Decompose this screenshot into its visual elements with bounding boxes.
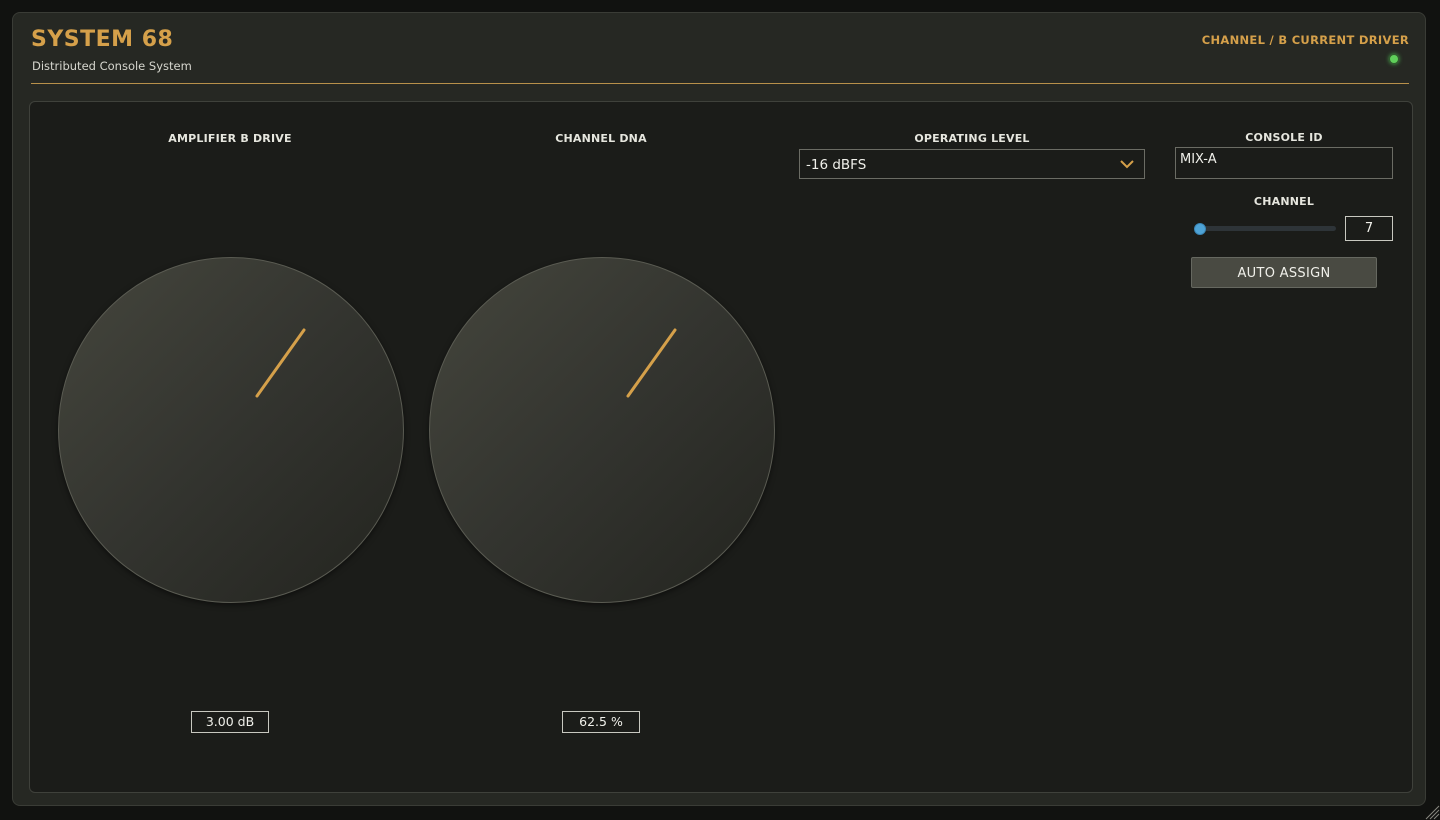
channel-dna-knob[interactable]	[429, 257, 775, 603]
channel-dna-label: CHANNEL DNA	[555, 132, 647, 145]
operating-level-label: OPERATING LEVEL	[914, 132, 1030, 145]
console-window: SYSTEM 68 Distributed Console System CHA…	[12, 12, 1426, 806]
channel-label: CHANNEL	[1253, 195, 1315, 208]
channel-driver-label: CHANNEL / B CURRENT DRIVER	[1201, 33, 1409, 47]
operating-level-select[interactable]: -16 dBFS	[799, 149, 1145, 179]
channel-slider[interactable]	[1194, 223, 1336, 235]
app-subtitle: Distributed Console System	[32, 59, 192, 73]
app-title: SYSTEM 68	[31, 27, 174, 52]
console-id-label: CONSOLE ID	[1245, 131, 1323, 144]
amplifier-drive-readout: 3.00 dB	[191, 711, 269, 733]
amplifier-drive-knob[interactable]	[58, 257, 404, 603]
control-panel: AMPLIFIER B DRIVE 3.00 dB CHANNEL DNA 62…	[29, 101, 1413, 793]
operating-level-value: -16 dBFS	[806, 157, 867, 173]
chevron-down-icon	[1120, 160, 1134, 169]
slider-thumb[interactable]	[1194, 223, 1206, 235]
console-id-input[interactable]	[1175, 147, 1393, 179]
resize-grip-icon[interactable]	[1422, 802, 1440, 820]
status-led-icon	[1389, 54, 1399, 64]
knob-indicator	[255, 328, 306, 398]
header-divider	[31, 83, 1409, 84]
channel-dna-indicator	[626, 328, 677, 398]
channel-dna-readout: 62.5 %	[562, 711, 640, 733]
channel-number-field[interactable]: 7	[1345, 216, 1393, 241]
auto-assign-button[interactable]: AUTO ASSIGN	[1191, 257, 1377, 288]
knob-indicator	[626, 328, 677, 398]
amplifier-drive-label: AMPLIFIER B DRIVE	[168, 132, 292, 145]
amplifier-drive-indicator	[255, 328, 306, 398]
